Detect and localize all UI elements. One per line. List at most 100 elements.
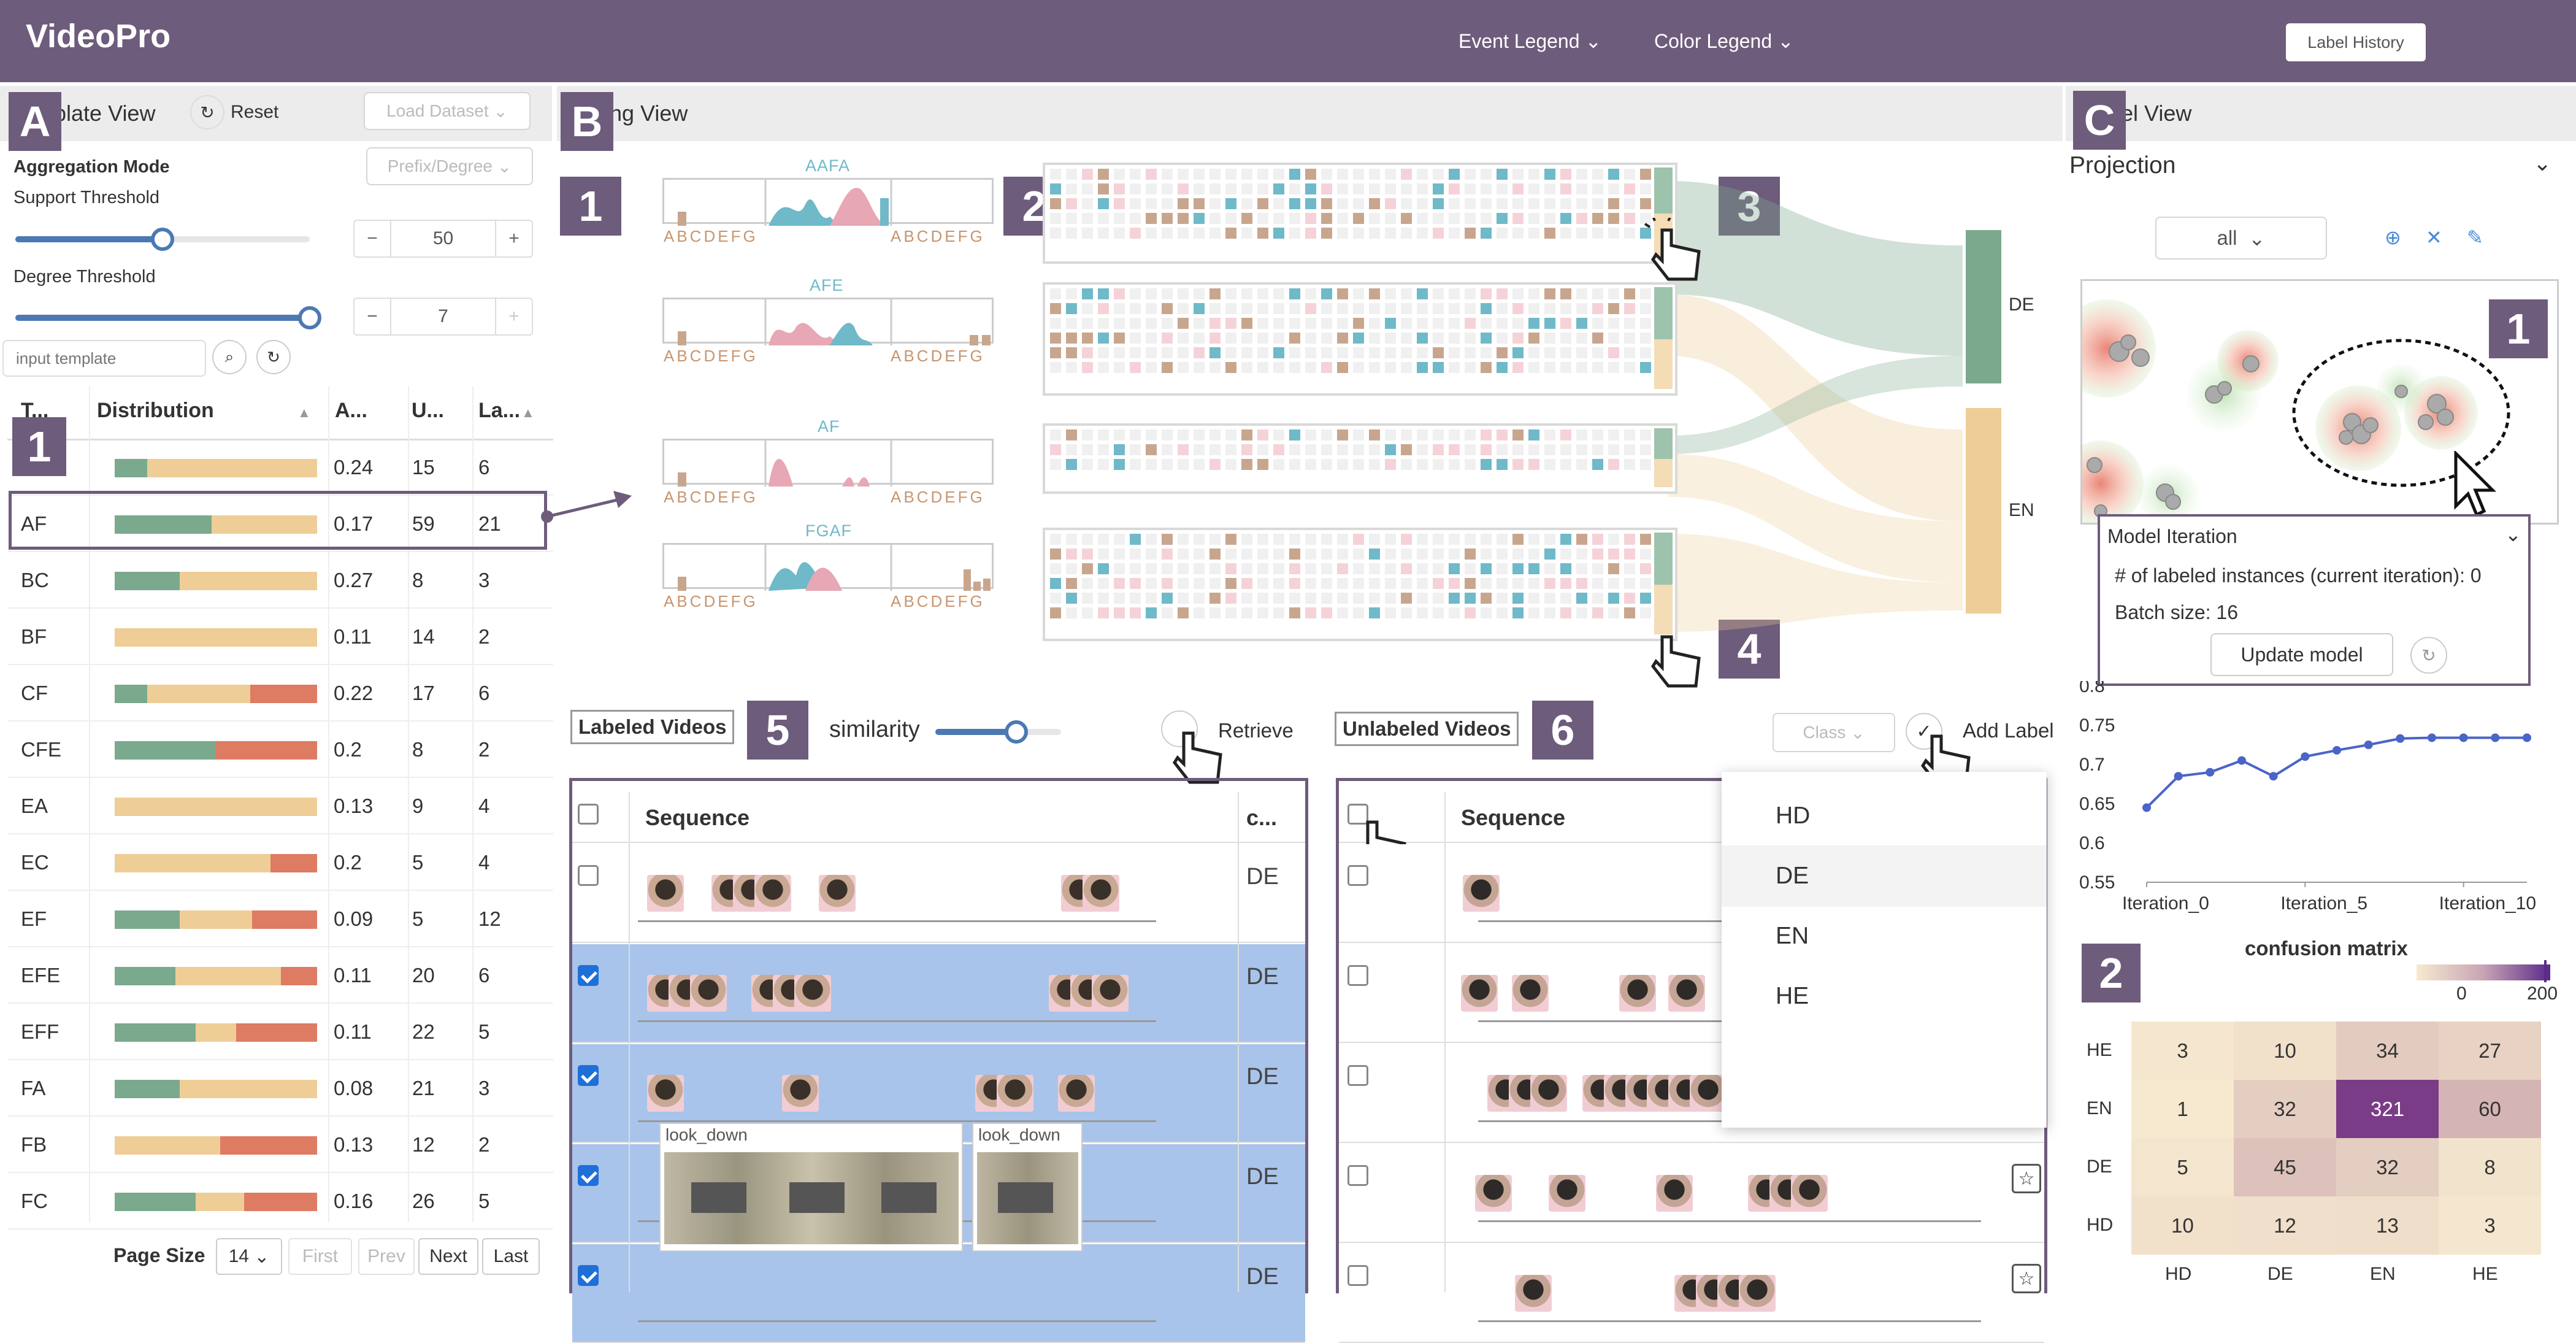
template-histogram[interactable] bbox=[662, 178, 994, 226]
video-thumbnail[interactable] bbox=[1083, 875, 1119, 912]
update-model-button[interactable]: Update model bbox=[2210, 633, 2393, 676]
video-thumbnail[interactable] bbox=[690, 975, 727, 1012]
video-thumbnail[interactable] bbox=[1619, 975, 1656, 1012]
video-thumbnail[interactable] bbox=[1058, 1075, 1095, 1112]
decrement-button[interactable]: − bbox=[355, 221, 391, 256]
chevron-down-icon[interactable]: ⌄ bbox=[2505, 523, 2521, 546]
select-all-checkbox[interactable] bbox=[578, 804, 599, 825]
sequence-grid[interactable] bbox=[1043, 163, 1677, 264]
row-checkbox[interactable] bbox=[1347, 965, 1368, 986]
video-thumbnail[interactable] bbox=[1668, 975, 1705, 1012]
class-option-he[interactable]: HE bbox=[1722, 966, 2047, 1027]
video-thumbnail[interactable] bbox=[1463, 875, 1500, 912]
video-thumbnail[interactable] bbox=[997, 1075, 1033, 1112]
load-dataset-select[interactable]: Load Dataset ⌄ bbox=[364, 92, 531, 130]
similarity-slider-handle[interactable] bbox=[1005, 720, 1028, 744]
decrement-button[interactable]: − bbox=[355, 299, 391, 334]
class-select[interactable]: Class ⌄ bbox=[1773, 713, 1895, 752]
col-a[interactable]: A... bbox=[335, 399, 367, 423]
unlabeled-sequence-header[interactable]: Sequence bbox=[1461, 805, 1565, 831]
degree-threshold-stepper[interactable]: − 7 + bbox=[353, 298, 533, 336]
labeled-class-header[interactable]: c... bbox=[1246, 805, 1277, 831]
video-thumbnail[interactable] bbox=[754, 875, 791, 912]
video-thumbnail[interactable] bbox=[782, 1075, 819, 1112]
refresh-icon[interactable]: ↻ bbox=[2410, 637, 2447, 674]
sankey-node-en[interactable] bbox=[1966, 408, 2001, 614]
video-thumbnail[interactable] bbox=[1515, 1275, 1552, 1312]
class-dropdown[interactable]: HD DE EN HE bbox=[1722, 772, 2047, 1128]
histogram-axis-letters: ABCDEFG bbox=[664, 347, 758, 365]
pager-last[interactable]: Last bbox=[482, 1238, 540, 1275]
projection-filter-select[interactable]: all ⌄ bbox=[2155, 217, 2327, 260]
edit-icon[interactable]: ✎ bbox=[2467, 226, 2483, 249]
row-checkbox[interactable] bbox=[578, 1065, 599, 1086]
col-la[interactable]: La... bbox=[478, 399, 520, 423]
sort-icon[interactable]: ▲ bbox=[521, 405, 535, 421]
video-thumbnail[interactable] bbox=[1530, 1075, 1567, 1112]
degree-threshold-slider[interactable] bbox=[15, 315, 310, 321]
row-checkbox[interactable] bbox=[578, 965, 599, 986]
zoom-in-icon[interactable]: ⊕ bbox=[2385, 226, 2401, 249]
template-histogram[interactable] bbox=[662, 543, 994, 591]
row-checkbox[interactable] bbox=[1347, 1065, 1368, 1086]
video-thumbnail[interactable] bbox=[1690, 1075, 1727, 1112]
reset-zoom-icon[interactable]: ✕ bbox=[2426, 226, 2442, 249]
sequence-grid[interactable] bbox=[1043, 423, 1677, 494]
chevron-down-icon[interactable]: ⌄ bbox=[2533, 150, 2551, 176]
video-thumbnail[interactable] bbox=[1739, 1275, 1776, 1312]
video-thumbnail[interactable] bbox=[1791, 1175, 1828, 1212]
increment-button[interactable]: + bbox=[495, 299, 532, 334]
template-histogram[interactable] bbox=[662, 439, 994, 487]
support-slider-handle[interactable] bbox=[151, 228, 174, 251]
row-checkbox[interactable] bbox=[1347, 1265, 1368, 1286]
event-legend-menu[interactable]: Event Legend ⌄ bbox=[1459, 29, 1601, 53]
star-icon[interactable]: ☆ bbox=[2012, 1164, 2041, 1193]
class-option-en[interactable]: EN bbox=[1722, 906, 2047, 967]
pager-prev[interactable]: Prev bbox=[358, 1238, 415, 1275]
video-thumbnail[interactable] bbox=[1475, 1175, 1512, 1212]
video-thumbnail[interactable] bbox=[647, 875, 684, 912]
template-search-input[interactable] bbox=[2, 340, 206, 377]
star-icon[interactable]: ☆ bbox=[2012, 1264, 2041, 1293]
col-u[interactable]: U... bbox=[412, 399, 444, 423]
class-option-de[interactable]: DE bbox=[1722, 845, 2047, 907]
row-checkbox[interactable] bbox=[1347, 1165, 1368, 1186]
reset-button[interactable]: ↻ Reset bbox=[190, 95, 278, 129]
pager-first[interactable]: First bbox=[288, 1238, 352, 1275]
video-thumbnail[interactable] bbox=[819, 875, 856, 912]
sankey-node-de[interactable] bbox=[1966, 230, 2001, 383]
video-thumbnail[interactable] bbox=[1656, 1175, 1693, 1212]
row-checkbox[interactable] bbox=[578, 1265, 599, 1286]
class-option-hd[interactable]: HD bbox=[1722, 785, 2047, 847]
row-checkbox[interactable] bbox=[1347, 865, 1368, 886]
labeled-video-row[interactable] bbox=[572, 1244, 1305, 1343]
row-checkbox[interactable] bbox=[578, 865, 599, 886]
similarity-slider[interactable] bbox=[935, 729, 1061, 735]
video-thumbnail[interactable] bbox=[647, 1075, 684, 1112]
labeled-sequence-header[interactable]: Sequence bbox=[645, 805, 749, 831]
aggregation-mode-select[interactable]: Prefix/Degree ⌄ bbox=[366, 147, 533, 185]
row-checkbox[interactable] bbox=[578, 1165, 599, 1186]
label-history-button[interactable]: Label History bbox=[2286, 23, 2426, 61]
template-histogram[interactable] bbox=[662, 298, 994, 345]
video-thumbnail[interactable] bbox=[1461, 975, 1498, 1012]
support-threshold-stepper[interactable]: − 50 + bbox=[353, 220, 533, 258]
degree-slider-handle[interactable] bbox=[298, 306, 321, 329]
video-thumbnail[interactable] bbox=[1549, 1175, 1585, 1212]
sequence-grid[interactable] bbox=[1043, 282, 1677, 396]
sort-icon[interactable]: ▲ bbox=[297, 405, 311, 421]
increment-button[interactable]: + bbox=[495, 221, 532, 256]
video-thumbnail[interactable] bbox=[794, 975, 831, 1012]
x-tick-label: Iteration_10 bbox=[2439, 893, 2536, 914]
search-icon[interactable]: ⌕ bbox=[212, 340, 247, 374]
video-thumbnail[interactable] bbox=[1092, 975, 1129, 1012]
degree-threshold-value[interactable]: 7 bbox=[391, 299, 495, 334]
refresh-icon[interactable]: ↻ bbox=[256, 340, 291, 374]
col-distribution[interactable]: Distribution bbox=[97, 399, 214, 423]
support-threshold-value[interactable]: 50 bbox=[391, 221, 495, 256]
color-legend-menu[interactable]: Color Legend ⌄ bbox=[1654, 29, 1794, 53]
page-size-select[interactable]: 14 ⌄ bbox=[216, 1238, 282, 1275]
sequence-grid[interactable] bbox=[1043, 528, 1677, 641]
pager-next[interactable]: Next bbox=[418, 1238, 478, 1275]
video-thumbnail[interactable] bbox=[1512, 975, 1549, 1012]
